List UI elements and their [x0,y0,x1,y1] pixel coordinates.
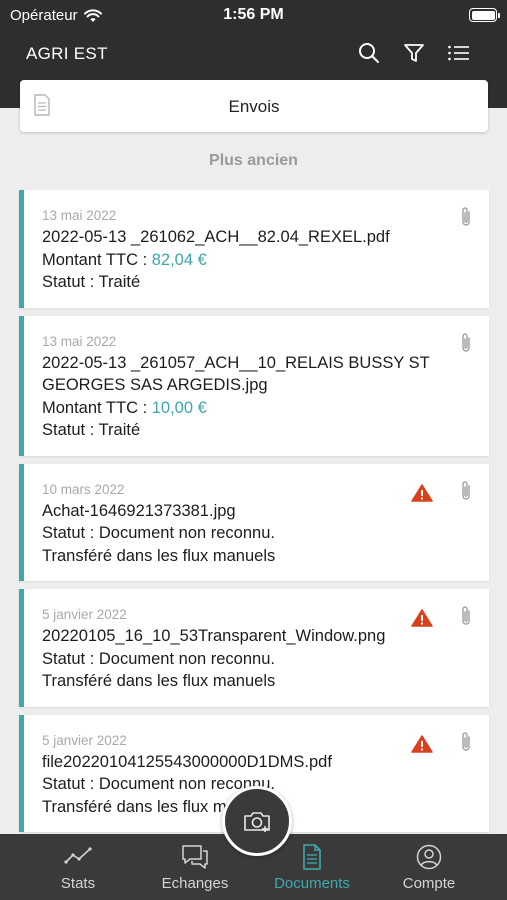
warning-icon [411,734,433,753]
tab-stats-label: Stats [60,875,96,892]
attachment-icon[interactable] [459,731,473,753]
document-status: Statut : Traité [42,421,141,439]
tab-compte[interactable]: Compte [366,834,492,900]
amount-value: 10,00 € [151,398,207,417]
document-amount: Montant TTC : 82,04 € [42,249,449,272]
list-item[interactable]: 5 janvier 2022 20220105_16_10_53Transpar… [19,589,489,707]
document-status: Statut : Document non reconnu. [42,524,275,542]
battery-icon [469,8,500,22]
warning-icon [411,483,433,502]
document-note: Transféré dans les flux manuels [42,672,276,690]
chat-icon [182,845,208,869]
warning-icon [411,609,433,627]
document-date: 5 janvier 2022 [42,607,127,622]
document-status: Statut : Document non reconnu. [42,649,275,668]
amount-label: Montant TTC : [42,250,152,269]
document-filename: file20220104125543000000D1DMS.pdf [42,752,332,771]
app-title: AGRI EST [26,44,108,63]
document-date: 10 mars 2022 [42,481,125,497]
document-filename: Achat-1646921373381.jpg [42,501,236,520]
status-bar: Opérateur 1:56 PM [0,0,507,30]
list-item[interactable]: 13 mai 2022 2022-05-13 _261057_ACH__10_R… [19,315,489,456]
clock: 1:56 PM [223,6,284,23]
sort-label: Plus ancien [209,152,298,169]
document-filename: 20220105_16_10_53Transparent_Window.png [42,627,386,645]
document-filename: 2022-05-13 _261057_ACH__10_RELAIS BUSSY … [42,353,430,395]
search-icon[interactable] [356,40,382,66]
attachment-icon[interactable] [459,332,473,354]
attachment-icon[interactable] [459,480,473,502]
account-icon [416,844,442,870]
document-status: Statut : Traité [42,273,141,291]
filter-icon[interactable] [401,40,427,66]
amount-value: 82,04 € [151,250,207,269]
tab-documents-label: Documents [274,875,350,892]
document-note: Transféré dans les flux manuels [42,546,276,565]
amount-label: Montant TTC : [42,398,152,417]
tab-compte-label: Compte [402,875,456,892]
document-date: 5 janvier 2022 [42,732,127,748]
document-date: 13 mai 2022 [42,333,117,349]
envois-header[interactable]: Envois [20,80,488,132]
document-filename: 2022-05-13 _261062_ACH__82.04_REXEL.pdf [42,228,390,246]
document-list: 13 mai 2022 2022-05-13 _261062_ACH__82.0… [19,190,489,840]
tab-stats[interactable]: Stats [15,834,141,900]
add-photo-button[interactable] [222,786,292,856]
attachment-icon[interactable] [459,605,473,627]
camera-plus-icon [244,812,270,832]
stats-icon [64,847,92,864]
list-item[interactable]: 13 mai 2022 2022-05-13 _261062_ACH__82.0… [19,190,489,308]
envois-title: Envois [228,97,280,116]
tab-echanges-label: Echanges [161,875,229,892]
list-item[interactable]: 10 mars 2022 Achat-1646921373381.jpg Sta… [19,463,489,581]
document-amount: Montant TTC : 10,00 € [42,397,449,420]
document-date: 13 mai 2022 [42,208,117,223]
document-icon [303,844,321,870]
attachment-icon[interactable] [459,206,473,228]
list-icon[interactable] [446,40,472,66]
